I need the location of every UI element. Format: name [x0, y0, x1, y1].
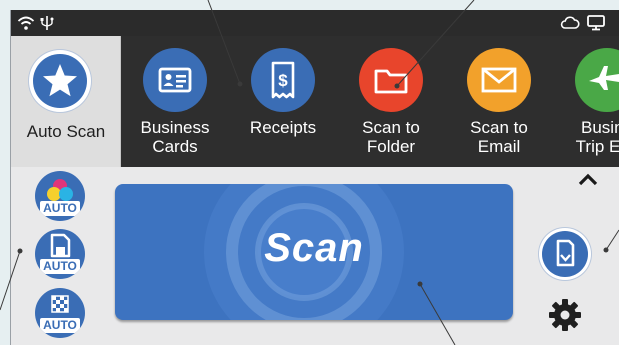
star-icon [43, 64, 77, 97]
paper-size-option-button[interactable]: AUTO [35, 229, 85, 279]
profile-label: Scan to Folder [362, 118, 420, 156]
auto-scan-label: Auto Scan [26, 122, 106, 141]
usb-icon [40, 16, 54, 30]
profile-receipts-button[interactable]: $ [251, 48, 315, 112]
profile-label: Busine Trip Exp [575, 118, 619, 156]
profile-scan-to-folder-button[interactable] [359, 48, 423, 112]
profile-receipts[interactable]: $ Receipts [229, 36, 337, 167]
wifi-icon [17, 16, 35, 30]
profile-scan-to-email[interactable]: Scan to Email [445, 36, 553, 167]
scanner-touch-panel: Auto Scan Business Cards $ Receipts Scan… [10, 10, 619, 345]
resolution-option-button[interactable]: AUTO [35, 288, 85, 338]
folder-icon [374, 69, 408, 94]
profile-business-trip-expenses[interactable]: Busine Trip Exp [553, 36, 619, 167]
business-card-icon [158, 67, 192, 93]
profile-label: Receipts [249, 118, 317, 137]
chevron-up-icon[interactable] [575, 167, 601, 193]
profile-business-cards-button[interactable] [143, 48, 207, 112]
auto-badge: AUTO [40, 259, 80, 274]
status-bar [11, 10, 619, 36]
profile-label: Business Cards [140, 118, 210, 156]
document-icon [556, 239, 575, 267]
profile-business-trip-button[interactable] [575, 48, 619, 112]
profile-strip[interactable]: Business Cards $ Receipts Scan to Folder [121, 36, 619, 167]
scan-button[interactable]: Scan [115, 184, 513, 320]
svg-text:$: $ [278, 71, 288, 90]
auto-badge: AUTO [40, 201, 80, 216]
auto-scan-tile[interactable]: Auto Scan [11, 36, 121, 167]
auto-scan-button[interactable] [33, 54, 87, 108]
airplane-icon [589, 66, 619, 90]
cloud-icon [560, 16, 580, 29]
gear-icon[interactable] [547, 297, 583, 333]
profile-business-cards[interactable]: Business Cards [121, 36, 229, 167]
envelope-icon [481, 67, 517, 93]
profile-scan-to-email-button[interactable] [467, 48, 531, 112]
scan-button-label: Scan [264, 226, 364, 270]
auto-badge: AUTO [40, 318, 80, 333]
document-feed-button[interactable] [542, 231, 588, 277]
color-mode-option-button[interactable]: AUTO [35, 171, 85, 221]
receipt-icon: $ [271, 61, 295, 99]
monitor-icon [587, 15, 605, 31]
profile-label: Scan to Email [470, 118, 528, 156]
profile-scan-to-folder[interactable]: Scan to Folder [337, 36, 445, 167]
